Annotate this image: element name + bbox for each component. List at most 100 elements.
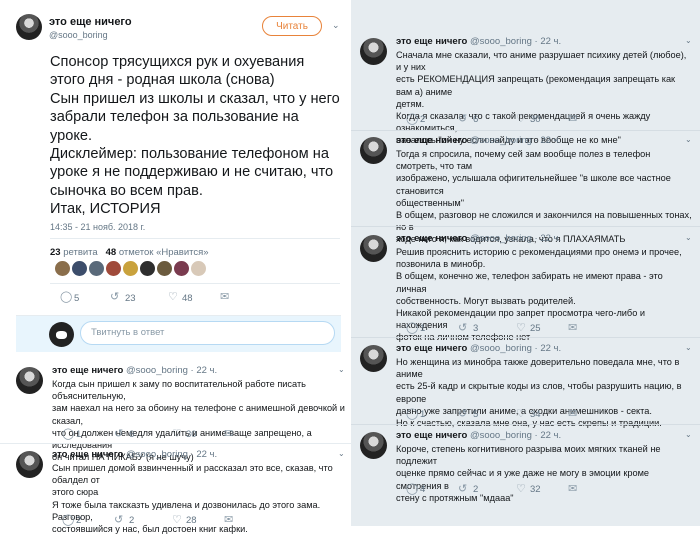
reply-tweet[interactable]: это еще ничего @sooo_boring · 22 ч. ⌄ Ко… <box>360 430 692 505</box>
chevron-down-icon[interactable]: ⌄ <box>685 135 692 144</box>
envelope-icon[interactable]: ✉ <box>220 292 229 303</box>
heart-icon[interactable]: ♡ <box>516 114 526 125</box>
retweet-icon[interactable]: ↺ <box>114 429 123 440</box>
chevron-down-icon[interactable]: ⌄ <box>338 449 345 458</box>
avatar[interactable] <box>72 261 87 276</box>
avatar[interactable] <box>16 451 43 478</box>
reply-input[interactable]: Твитнуть в ответ <box>80 321 335 345</box>
reply-icon[interactable]: ◯ <box>406 484 418 495</box>
right-column: это еще ничего @sooo_boring · 22 ч. ⌄ Сн… <box>351 0 700 526</box>
reply-count: 5 <box>74 293 80 304</box>
retweet-icon[interactable]: ↺ <box>114 515 123 526</box>
retweet-icon[interactable]: ↺ <box>458 114 467 125</box>
divider <box>50 283 340 284</box>
tweet-timestamp[interactable]: 14:35 - 21 нояб. 2018 г. <box>50 222 145 232</box>
author-name[interactable]: это еще ничего <box>52 449 123 460</box>
retweets-label[interactable]: ретвита <box>63 247 97 258</box>
reply-icon[interactable]: ◯ <box>406 114 418 125</box>
author-name[interactable]: это еще ничего <box>396 430 467 441</box>
author-handle[interactable]: @sooo_boring · 22 ч. <box>470 135 561 146</box>
author-name[interactable]: это еще ничего <box>396 233 467 244</box>
heart-icon[interactable]: ♡ <box>516 409 526 420</box>
avatar[interactable] <box>55 261 70 276</box>
chevron-down-icon[interactable]: ⌄ <box>685 233 692 242</box>
chevron-down-icon[interactable]: ⌄ <box>685 430 692 439</box>
reply-count: 1 <box>76 429 82 440</box>
reply-count: 1 <box>420 409 426 420</box>
tweet-header: это еще ничего @sooo_boring · 22 ч. <box>52 365 217 376</box>
avatar[interactable] <box>16 14 42 40</box>
chevron-down-icon[interactable]: ⌄ <box>338 365 345 374</box>
avatar[interactable] <box>360 432 387 459</box>
tweet-text: Сначала мне сказали, что аниме разрушает… <box>396 49 692 147</box>
avatar[interactable] <box>191 261 206 276</box>
reply-tweet[interactable]: это еще ничего @sooo_boring · 22 ч. ⌄ Сн… <box>360 36 692 145</box>
avatar[interactable] <box>123 261 138 276</box>
author-handle[interactable]: @sooo_boring · 22 ч. <box>126 365 217 376</box>
tweet-actions: ◯ 5 ↺ 23 ♡ 48 ✉ <box>60 292 340 306</box>
envelope-icon[interactable]: ✉ <box>224 429 233 440</box>
retweet-icon[interactable]: ↺ <box>110 292 119 303</box>
retweet-icon[interactable]: ↺ <box>458 323 467 334</box>
avatar[interactable] <box>360 137 387 164</box>
chevron-down-icon[interactable]: ⌄ <box>685 343 692 352</box>
heart-icon[interactable]: ♡ <box>172 429 182 440</box>
avatar[interactable] <box>360 38 387 65</box>
reply-icon[interactable]: ◯ <box>406 323 418 334</box>
author-name[interactable]: это еще ничего <box>52 365 123 376</box>
reply-count: 2 <box>420 114 426 125</box>
author-handle[interactable]: @sooo_boring · 22 ч. <box>470 36 561 47</box>
reply-icon[interactable]: ◯ <box>406 409 418 420</box>
author-handle[interactable]: @sooo_boring · 22 ч. <box>126 449 217 460</box>
reply-tweet[interactable]: это еще ничего @sooo_boring · 22 ч. ⌄ Но… <box>360 343 692 428</box>
heart-icon[interactable]: ♡ <box>516 484 526 495</box>
tweet-line: Когда сын пришел к заму по воспитательно… <box>52 379 306 402</box>
avatar[interactable] <box>360 345 387 372</box>
tweet-line: общественным" <box>396 197 464 208</box>
reply-tweet[interactable]: это еще ничего @sooo_boring · 22 ч. ⌄ Ко… <box>16 365 346 462</box>
author-name[interactable]: это еще ничего <box>396 36 467 47</box>
envelope-icon[interactable]: ✉ <box>568 114 577 125</box>
tweet-header: это еще ничего @sooo_boring · 22 ч. <box>396 36 561 47</box>
envelope-icon[interactable]: ✉ <box>224 515 233 526</box>
chevron-down-icon[interactable]: ⌄ <box>685 36 692 45</box>
heart-icon[interactable]: ♡ <box>172 515 182 526</box>
avatar[interactable] <box>16 367 43 394</box>
avatar[interactable] <box>106 261 121 276</box>
retweet-icon[interactable]: ↺ <box>458 409 467 420</box>
tweet-line: есть РЕКОМЕНДАЦИЯ запрещать (рекомендаци… <box>396 74 676 97</box>
author-name[interactable]: это еще ничего <box>49 16 132 28</box>
follow-button[interactable]: Читать <box>262 16 322 36</box>
author-handle[interactable]: @sooo_boring · 22 ч. <box>470 343 561 354</box>
author-handle[interactable]: @sooo_boring <box>49 30 108 40</box>
reply-icon[interactable]: ◯ <box>62 515 74 526</box>
reply-count: 1 <box>420 323 426 334</box>
author-handle[interactable]: @sooo_boring · 22 ч. <box>470 430 561 441</box>
envelope-icon[interactable]: ✉ <box>568 409 577 420</box>
avatar[interactable] <box>157 261 172 276</box>
reply-tweet[interactable]: это еще ничего @sooo_boring · 22 ч. ⌄ Ре… <box>360 233 692 342</box>
reply-tweet[interactable]: это еще ничего @sooo_boring · 22 ч. ⌄ Сы… <box>16 449 346 534</box>
avatar[interactable] <box>140 261 155 276</box>
tweet-line: Сын пришел домой взвинченный и рассказал… <box>52 463 333 486</box>
divider <box>0 443 351 444</box>
likes-label[interactable]: отметок «Нравится» <box>119 247 209 258</box>
retweet-icon[interactable]: ↺ <box>458 484 467 495</box>
envelope-icon[interactable]: ✉ <box>568 484 577 495</box>
envelope-icon[interactable]: ✉ <box>568 323 577 334</box>
reply-tweet[interactable]: это еще ничего @sooo_boring · 22 ч. ⌄ То… <box>360 135 692 244</box>
author-handle[interactable]: @sooo_boring · 22 ч. <box>470 233 561 244</box>
likes-count[interactable]: 48 <box>106 247 117 258</box>
avatar[interactable] <box>89 261 104 276</box>
author-name[interactable]: это еще ничего <box>396 135 467 146</box>
avatar[interactable] <box>360 235 387 262</box>
reply-icon[interactable]: ◯ <box>60 292 72 303</box>
heart-icon[interactable]: ♡ <box>516 323 526 334</box>
reply-icon[interactable]: ◯ <box>62 429 74 440</box>
tweet-header: это еще ничего @sooo_boring · 22 ч. <box>396 343 561 354</box>
heart-icon[interactable]: ♡ <box>168 292 178 303</box>
retweets-count[interactable]: 23 <box>50 247 61 258</box>
avatar[interactable] <box>174 261 189 276</box>
chevron-down-icon[interactable]: ⌄ <box>332 20 340 31</box>
author-name[interactable]: это еще ничего <box>396 343 467 354</box>
